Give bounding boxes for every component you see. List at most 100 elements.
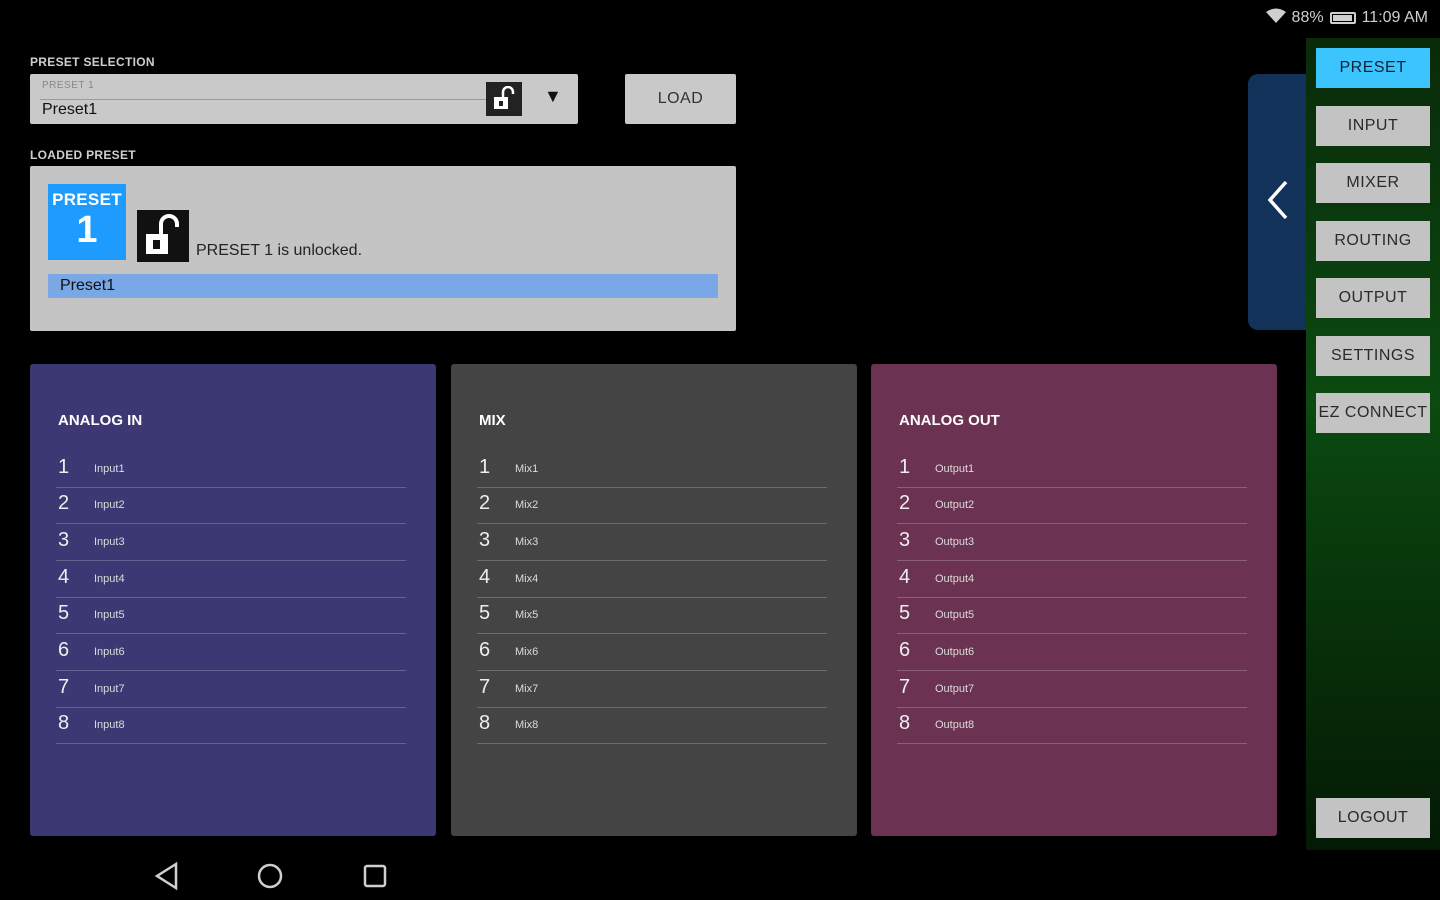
panel-title: ANALOG IN	[58, 412, 143, 429]
analog-in-panel: ANALOG IN 1 Input1 2 Input2 3 Input3 4 Input…	[30, 364, 436, 836]
nav-ez-connect-button[interactable]: EZ CONNECT	[1316, 393, 1430, 433]
channel-number: 8	[58, 712, 70, 734]
loaded-preset-label: LOADED PRESET	[30, 148, 136, 162]
preset-badge-number: 1	[76, 209, 98, 251]
clock: 11:09 AM	[1361, 9, 1428, 26]
channel-number: 2	[479, 492, 491, 514]
channel-name: Output8	[935, 719, 975, 731]
channel-name: Mix1	[515, 463, 539, 475]
back-icon[interactable]	[148, 858, 184, 894]
nav-output-button[interactable]: OUTPUT	[1316, 278, 1430, 318]
channel-number: 4	[899, 566, 911, 588]
list-item[interactable]: 4 Mix4	[477, 562, 827, 598]
channel-number: 8	[479, 712, 491, 734]
list-item[interactable]: 6 Output6	[897, 635, 1247, 671]
channel-number: 7	[479, 676, 491, 698]
list-item[interactable]: 2 Input2	[56, 488, 406, 524]
list-item[interactable]: 3 Output3	[897, 525, 1247, 561]
channel-name: Mix8	[515, 719, 539, 731]
channel-name: Output4	[935, 573, 975, 585]
channel-name: Input4	[94, 573, 125, 585]
channel-name: Mix5	[515, 609, 539, 621]
home-icon[interactable]	[252, 858, 288, 894]
list-item[interactable]: 4 Output4	[897, 562, 1247, 598]
list-item[interactable]: 7 Input7	[56, 672, 406, 708]
divider	[40, 99, 504, 100]
chevron-left-icon	[1264, 178, 1292, 227]
preset-dropdown[interactable]: PRESET 1 Preset1 ▼	[30, 74, 578, 124]
list-item[interactable]: 7 Output7	[897, 672, 1247, 708]
list-item[interactable]: 2 Output2	[897, 488, 1247, 524]
channel-name: Output1	[935, 463, 975, 475]
list-item[interactable]: 7 Mix7	[477, 672, 827, 708]
channel-name: Output7	[935, 683, 975, 695]
channel-name: Mix7	[515, 683, 539, 695]
channel-name: Input3	[94, 536, 125, 548]
list-item[interactable]: 6 Input6	[56, 635, 406, 671]
recents-icon[interactable]	[357, 858, 393, 894]
channel-number: 1	[479, 456, 491, 478]
logout-button[interactable]: LOGOUT	[1316, 798, 1430, 838]
collapse-menu-button[interactable]	[1248, 74, 1308, 330]
channel-number: 1	[899, 456, 911, 478]
channel-number: 2	[899, 492, 911, 514]
panel-title: MIX	[479, 412, 506, 429]
nav-preset-button[interactable]: PRESET	[1316, 48, 1430, 88]
channel-number: 3	[479, 529, 491, 551]
channel-number: 1	[58, 456, 70, 478]
channel-name: Output2	[935, 499, 975, 511]
channel-name: Output5	[935, 609, 975, 621]
channel-name: Input2	[94, 499, 125, 511]
lock-open-icon[interactable]	[486, 82, 522, 116]
status-bar: 88% 11:09 AM	[1265, 6, 1428, 30]
list-item[interactable]: 1 Mix1	[477, 452, 827, 488]
list-item[interactable]: 4 Input4	[56, 562, 406, 598]
channel-number: 6	[479, 639, 491, 661]
channel-name: Output3	[935, 536, 975, 548]
lock-status-text: PRESET 1 is unlocked.	[196, 242, 363, 259]
panel-title: ANALOG OUT	[899, 412, 1000, 429]
channel-name: Mix3	[515, 536, 539, 548]
channel-name: Mix4	[515, 573, 539, 585]
list-item[interactable]: 5 Mix5	[477, 598, 827, 634]
channel-name: Input5	[94, 609, 125, 621]
list-item[interactable]: 5 Output5	[897, 598, 1247, 634]
nav-routing-button[interactable]: ROUTING	[1316, 221, 1430, 261]
channel-number: 3	[58, 529, 70, 551]
nav-settings-button[interactable]: SETTINGS	[1316, 336, 1430, 376]
list-item[interactable]: 3 Mix3	[477, 525, 827, 561]
list-item[interactable]: 8 Input8	[56, 708, 406, 744]
preset-dropdown-hint: PRESET 1	[42, 80, 95, 91]
channel-name: Input8	[94, 719, 125, 731]
channel-number: 7	[58, 676, 70, 698]
list-item[interactable]: 8 Mix8	[477, 708, 827, 744]
channel-number: 6	[58, 639, 70, 661]
list-item[interactable]: 1 Input1	[56, 452, 406, 488]
channel-name: Input6	[94, 646, 125, 658]
list-item[interactable]: 2 Mix2	[477, 488, 827, 524]
nav-mixer-button[interactable]: MIXER	[1316, 163, 1430, 203]
channel-number: 7	[899, 676, 911, 698]
channel-name: Output6	[935, 646, 975, 658]
channel-number: 2	[58, 492, 70, 514]
loaded-preset-card: PRESET 1 PRESET 1 is unlocked. Preset1	[30, 166, 736, 331]
list-item[interactable]: 6 Mix6	[477, 635, 827, 671]
channel-number: 4	[479, 566, 491, 588]
channel-name: Mix6	[515, 646, 539, 658]
lock-open-icon[interactable]	[137, 210, 189, 262]
load-button[interactable]: LOAD	[625, 74, 736, 124]
mix-panel: MIX 1 Mix1 2 Mix2 3 Mix3 4 Mix4 5 Mix5 6 Mix6 …	[451, 364, 857, 836]
list-item[interactable]: 3 Input3	[56, 525, 406, 561]
list-item[interactable]: 8 Output8	[897, 708, 1247, 744]
loaded-preset-name[interactable]: Preset1	[48, 274, 718, 298]
list-item[interactable]: 1 Output1	[897, 452, 1247, 488]
preset-badge-title: PRESET	[52, 190, 122, 209]
nav-input-button[interactable]: INPUT	[1316, 106, 1430, 146]
channel-number: 5	[899, 602, 911, 624]
preset-badge: PRESET 1	[48, 184, 126, 260]
side-menu	[1306, 38, 1440, 850]
list-item[interactable]: 5 Input5	[56, 598, 406, 634]
channel-number: 4	[58, 566, 70, 588]
dropdown-arrow-icon[interactable]: ▼	[544, 86, 562, 107]
preset-selection-label: PRESET SELECTION	[30, 55, 155, 69]
